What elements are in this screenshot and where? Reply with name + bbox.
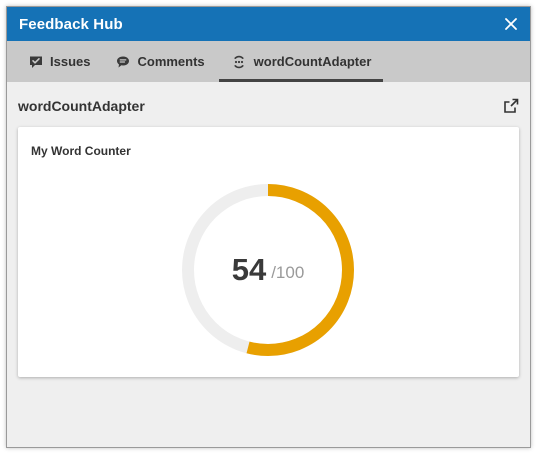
close-button[interactable] xyxy=(503,16,519,32)
external-link-icon xyxy=(504,98,519,113)
tab-comments-label: Comments xyxy=(137,54,205,69)
comment-icon xyxy=(116,55,130,69)
window-title: Feedback Hub xyxy=(19,15,123,33)
card-title: My Word Counter xyxy=(31,144,131,158)
tab-wordcountadapter[interactable]: wordCountAdapter xyxy=(218,41,384,82)
close-icon xyxy=(505,18,517,30)
tab-bar: Issues Comments wordCountAdapter xyxy=(7,41,530,82)
tab-issues[interactable]: Issues xyxy=(17,41,102,82)
adapter-icon xyxy=(231,55,247,69)
word-count-max: /100 xyxy=(271,263,305,282)
feedback-hub-window: Feedback Hub Issues Comments wordCountAd… xyxy=(6,6,531,448)
tab-issues-label: Issues xyxy=(50,54,91,69)
panel-header: wordCountAdapter xyxy=(18,96,519,116)
popout-button[interactable] xyxy=(503,98,519,114)
tab-content: wordCountAdapter My Word Counter 54 /100 xyxy=(7,82,530,447)
word-count-value: 54 xyxy=(231,252,267,287)
tab-wordcountadapter-label: wordCountAdapter xyxy=(253,54,372,69)
panel-title: wordCountAdapter xyxy=(18,98,145,114)
word-counter-card: My Word Counter 54 /100 xyxy=(18,127,519,377)
titlebar: Feedback Hub xyxy=(7,7,530,41)
issues-icon xyxy=(29,55,43,69)
gauge-readout: 54 /100 xyxy=(182,184,354,356)
tab-comments[interactable]: Comments xyxy=(104,41,216,82)
